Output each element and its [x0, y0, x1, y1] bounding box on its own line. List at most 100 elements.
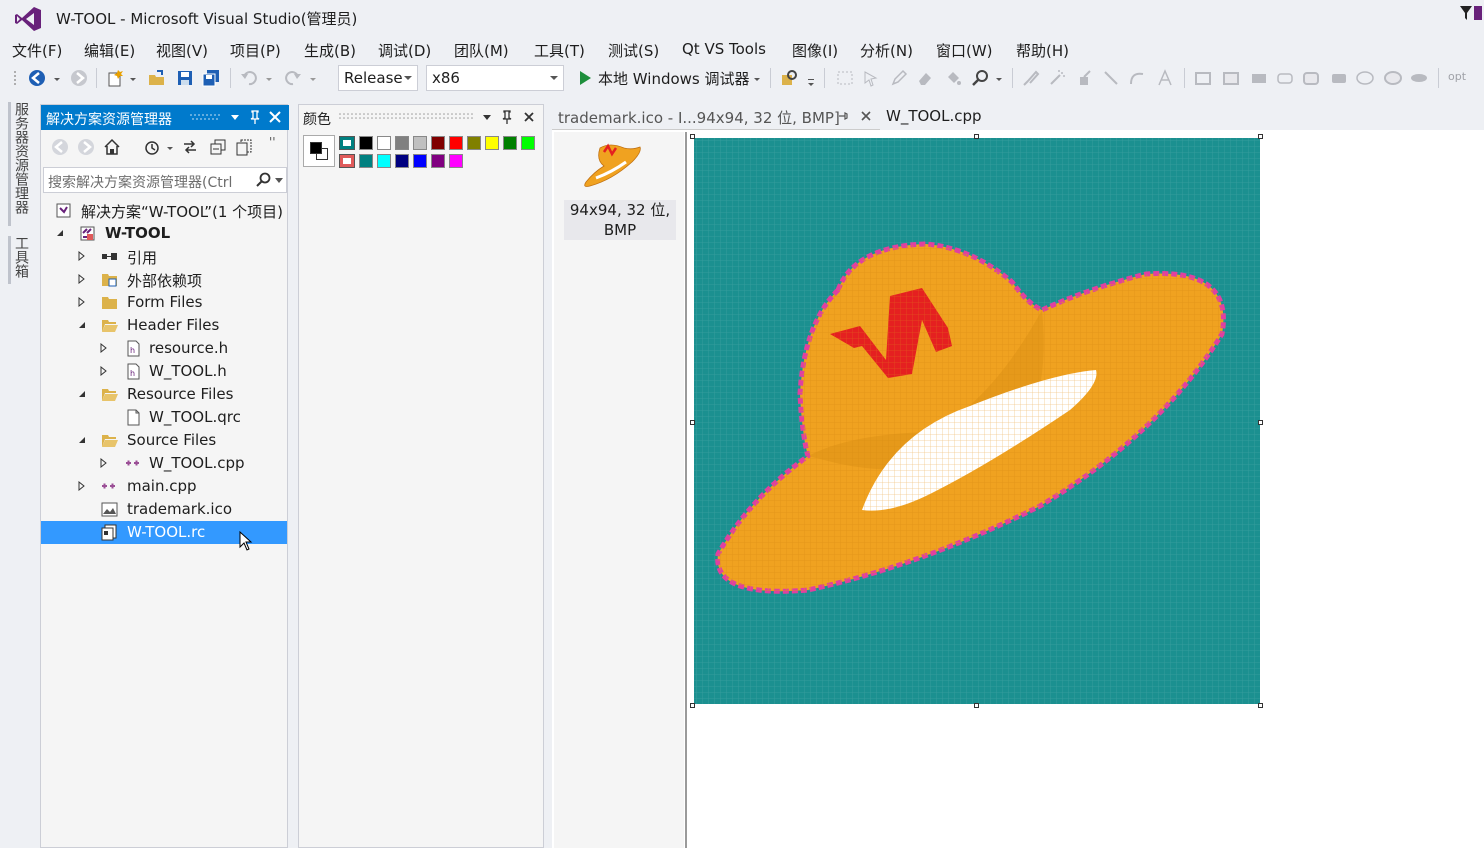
panel-menu-chevron-icon[interactable]	[481, 111, 493, 123]
tree-item-form-files[interactable]: Form Files	[41, 291, 287, 314]
expanded-arrow-icon[interactable]	[77, 435, 87, 445]
open-file-icon[interactable]	[148, 69, 166, 87]
color-picker-icon[interactable]	[1076, 69, 1094, 87]
color-swatch[interactable]	[449, 136, 463, 150]
foreground-color-swatch[interactable]	[310, 142, 322, 154]
icon-thumbnail[interactable]	[582, 142, 644, 190]
pixel-grid-image[interactable]	[690, 134, 1264, 708]
rectangle-select-icon[interactable]	[836, 69, 854, 87]
collapsed-arrow-icon[interactable]	[77, 251, 87, 261]
menu-test[interactable]: 测试(S)	[608, 40, 659, 61]
close-icon[interactable]	[523, 111, 535, 123]
forward-icon[interactable]	[70, 69, 88, 87]
pin-icon[interactable]	[501, 109, 513, 125]
rectangle-icon[interactable]	[1194, 69, 1212, 87]
tree-item-external-dependencies[interactable]: 外部依赖项	[41, 268, 287, 291]
outlined-ellipse-icon[interactable]	[1384, 69, 1402, 87]
new-dropdown-icon[interactable]	[128, 69, 138, 87]
pin-icon[interactable]	[247, 109, 263, 125]
tree-item-w-tool-cpp[interactable]: W_TOOL.cpp	[41, 452, 287, 475]
tree-item-header-files[interactable]: Header Files	[41, 314, 287, 337]
debugger-dropdown-icon[interactable]	[752, 69, 762, 87]
redo-icon[interactable]	[284, 69, 302, 87]
pencil-icon[interactable]	[890, 69, 908, 87]
text-tool-icon[interactable]	[1156, 69, 1174, 87]
save-all-icon[interactable]	[202, 69, 220, 87]
menu-debug[interactable]: 调试(D)	[378, 40, 431, 61]
resize-handle[interactable]	[974, 134, 979, 139]
foreground-background-selector[interactable]	[303, 135, 335, 167]
resize-handle[interactable]	[690, 134, 695, 139]
search-icon[interactable]	[256, 172, 272, 188]
pane-splitter[interactable]	[685, 132, 687, 848]
menu-build[interactable]: 生成(B)	[304, 40, 356, 61]
tree-item-references[interactable]: 引用	[41, 245, 287, 268]
expanded-arrow-icon[interactable]	[77, 320, 87, 330]
zoom-icon[interactable]	[972, 69, 990, 87]
search-options-chevron-icon[interactable]	[274, 177, 284, 185]
tree-item-solution[interactable]: 解决方案“W-TOOL”(1 个项目)	[41, 199, 287, 222]
color-swatch[interactable]	[467, 136, 481, 150]
menu-team[interactable]: 团队(M)	[454, 40, 509, 61]
color-swatch[interactable]	[449, 154, 463, 168]
color-swatch[interactable]	[485, 136, 499, 150]
customize-dropdown-icon[interactable]	[806, 69, 816, 87]
menu-analyze[interactable]: 分析(N)	[860, 40, 913, 61]
back-icon[interactable]	[51, 138, 69, 156]
toolbox-tab[interactable]: 工具箱	[8, 236, 30, 284]
color-swatch[interactable]	[413, 136, 427, 150]
image-type-label[interactable]: 94x94, 32 位, BMP	[564, 200, 676, 240]
back-icon[interactable]	[28, 69, 46, 87]
outlined-rectangle-icon[interactable]	[1222, 69, 1240, 87]
tab-w-tool-cpp[interactable]: W_TOOL.cpp	[880, 104, 990, 130]
color-swatch[interactable]	[359, 136, 373, 150]
home-icon[interactable]	[103, 138, 121, 156]
menu-tools[interactable]: 工具(T)	[534, 40, 585, 61]
expanded-arrow-icon[interactable]	[55, 228, 65, 238]
collapsed-arrow-icon[interactable]	[77, 274, 87, 284]
resize-handle[interactable]	[690, 703, 695, 708]
eraser-icon[interactable]	[916, 69, 934, 87]
close-icon[interactable]	[267, 109, 283, 125]
tree-item-project[interactable]: W-TOOL	[41, 222, 287, 245]
forward-icon[interactable]	[77, 138, 95, 156]
collapsed-arrow-icon[interactable]	[99, 343, 109, 353]
filled-ellipse-icon[interactable]	[1410, 69, 1428, 87]
menu-project[interactable]: 项目(P)	[230, 40, 281, 61]
solution-platform-combo[interactable]: x86	[426, 65, 564, 91]
solution-configuration-combo[interactable]: Release	[338, 65, 418, 91]
curve-tool-icon[interactable]	[1128, 69, 1146, 87]
rounded-rectangle-icon[interactable]	[1276, 69, 1294, 87]
airbrush-icon[interactable]	[1048, 69, 1066, 87]
tab-trademark-ico[interactable]: trademark.ico - I...94x94, 32 位, BMP]	[552, 104, 880, 130]
color-swatch[interactable]	[521, 136, 535, 150]
collapsed-arrow-icon[interactable]	[77, 297, 87, 307]
undo-dropdown-icon[interactable]	[264, 69, 274, 87]
color-swatch[interactable]	[395, 136, 409, 150]
transparency-selector[interactable]	[339, 136, 357, 168]
inverse-color-swatch[interactable]	[339, 154, 355, 168]
tree-item-trademark-ico[interactable]: trademark.ico	[41, 498, 287, 521]
lasso-select-icon[interactable]	[862, 69, 880, 87]
pending-dropdown-icon[interactable]	[165, 138, 175, 156]
undo-icon[interactable]	[240, 69, 258, 87]
menu-window[interactable]: 窗口(W)	[936, 40, 993, 61]
expanded-arrow-icon[interactable]	[77, 389, 87, 399]
save-icon[interactable]	[176, 69, 194, 87]
color-swatch[interactable]	[431, 136, 445, 150]
overflow-icon[interactable]: ''	[269, 135, 276, 149]
fill-bucket-icon[interactable]	[944, 69, 962, 87]
resize-handle[interactable]	[1258, 703, 1263, 708]
show-all-files-icon[interactable]	[235, 138, 253, 156]
pending-changes-icon[interactable]	[143, 138, 161, 156]
tree-item-w-tool-h[interactable]: h W_TOOL.h	[41, 360, 287, 383]
start-debug-icon[interactable]	[576, 69, 594, 87]
tree-item-resource-h[interactable]: h resource.h	[41, 337, 287, 360]
tree-item-w-tool-rc[interactable]: W-TOOL.rc	[41, 521, 287, 551]
line-tool-icon[interactable]	[1102, 69, 1120, 87]
color-swatch[interactable]	[431, 154, 445, 168]
image-editor-canvas[interactable]	[690, 134, 1264, 708]
collapsed-arrow-icon[interactable]	[99, 458, 109, 468]
ellipse-icon[interactable]	[1356, 69, 1374, 87]
collapsed-arrow-icon[interactable]	[99, 366, 109, 376]
